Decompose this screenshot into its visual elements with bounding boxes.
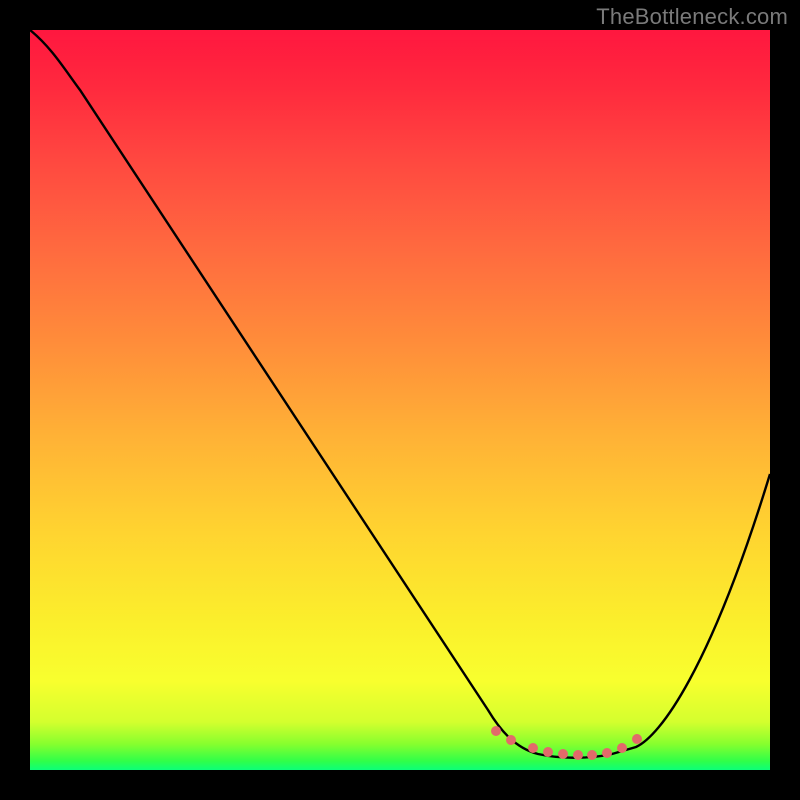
bottleneck-curve-path <box>30 30 770 758</box>
highlight-dot <box>506 735 516 745</box>
highlight-dots-group <box>491 726 642 760</box>
highlight-dot <box>587 750 597 760</box>
highlight-dot <box>558 749 568 759</box>
plot-area <box>30 30 770 770</box>
watermark-text: TheBottleneck.com <box>596 4 788 30</box>
highlight-dot <box>543 747 553 757</box>
highlight-dot <box>573 750 583 760</box>
highlight-dot <box>617 743 627 753</box>
highlight-dot <box>491 726 501 736</box>
highlight-dot <box>632 734 642 744</box>
highlight-dot <box>528 743 538 753</box>
curve-svg <box>30 30 770 770</box>
chart-stage: TheBottleneck.com <box>0 0 800 800</box>
highlight-dot <box>602 748 612 758</box>
